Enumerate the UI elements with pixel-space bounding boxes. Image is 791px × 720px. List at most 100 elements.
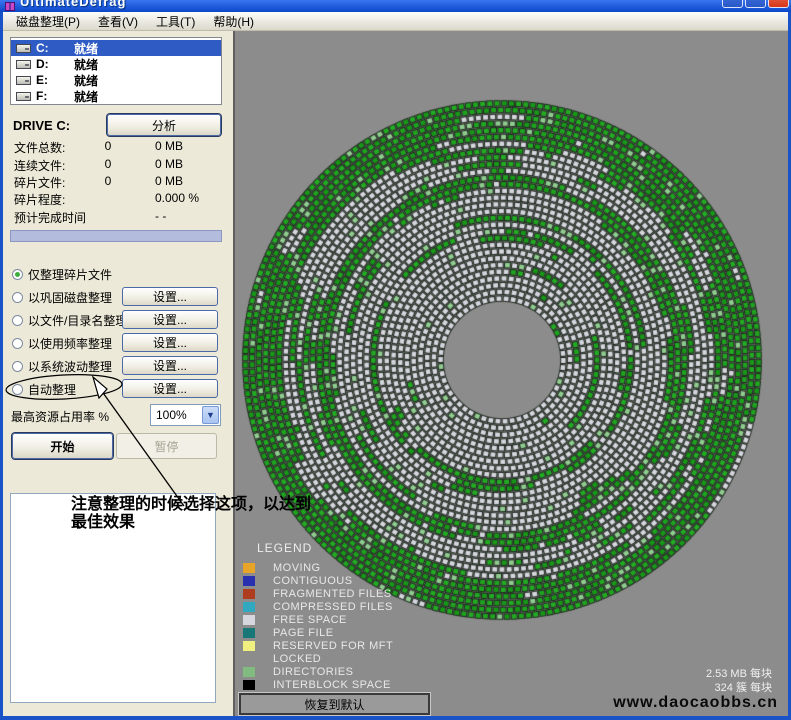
watermark-url: www.daocaobbs.cn bbox=[613, 694, 778, 712]
option-label: 以文件/目录名整理 bbox=[28, 312, 127, 329]
legend-item-moving: MOVING bbox=[235, 562, 495, 575]
app-window: UltimateDefrag 磁盘整理(P) 查看(V) 工具(T) 帮助(H)… bbox=[0, 0, 791, 720]
drive-list: C: 就绪 D: 就绪 E: 就绪 F: 就绪 bbox=[10, 37, 222, 105]
stat-size: 0 MB bbox=[155, 174, 183, 188]
fragmented-swatch bbox=[243, 589, 255, 599]
radio-button[interactable] bbox=[12, 384, 23, 395]
compressed-swatch bbox=[243, 602, 255, 612]
stat-size: 0.000 % bbox=[155, 191, 199, 205]
legend-item-contiguous: CONTIGUOUS bbox=[235, 575, 495, 588]
option-label: 仅整理碎片文件 bbox=[28, 266, 112, 283]
drive-status: 就绪 bbox=[74, 40, 98, 57]
legend-item-directories: DIRECTORIES bbox=[235, 666, 495, 679]
start-button[interactable]: 开始 bbox=[12, 433, 113, 459]
drive-row-f[interactable]: F: 就绪 bbox=[11, 88, 221, 104]
drive-icon bbox=[16, 44, 31, 53]
settings-button[interactable]: 设置... bbox=[122, 333, 218, 352]
option-label: 自动整理 bbox=[28, 381, 76, 398]
drive-icon bbox=[16, 92, 31, 101]
disk-map-panel: LEGEND MOVING CONTIGUOUS FRAGMENTED FILE… bbox=[233, 31, 788, 716]
page-file-swatch bbox=[243, 628, 255, 638]
window-title: UltimateDefrag bbox=[20, 0, 126, 9]
menu-bar: 磁盘整理(P) 查看(V) 工具(T) 帮助(H) bbox=[3, 12, 788, 31]
selected-drive-title: DRIVE C: bbox=[13, 118, 70, 133]
stat-label: 碎片程度: bbox=[14, 191, 65, 208]
interblock-swatch bbox=[243, 680, 255, 690]
option-auto-defrag[interactable]: 自动整理 设置... bbox=[3, 379, 230, 399]
stat-label: 预计完成时间 bbox=[14, 209, 86, 226]
stat-label: 连续文件: bbox=[14, 157, 65, 174]
option-consolidate[interactable]: 以巩固磁盘整理 设置... bbox=[3, 287, 230, 307]
stat-fragmentation-level: 碎片程度: 0.000 % bbox=[3, 191, 230, 206]
stat-size: 0 MB bbox=[155, 139, 183, 153]
drive-row-d[interactable]: D: 就绪 bbox=[11, 56, 221, 72]
drive-letter: F: bbox=[36, 89, 74, 103]
stat-size: 0 MB bbox=[155, 157, 183, 171]
menu-defrag[interactable]: 磁盘整理(P) bbox=[7, 11, 89, 32]
app-icon bbox=[5, 2, 15, 11]
stat-count: 0 bbox=[88, 157, 128, 171]
radio-button[interactable] bbox=[12, 338, 23, 349]
drive-icon bbox=[16, 60, 31, 69]
settings-button[interactable]: 设置... bbox=[122, 379, 218, 398]
option-label: 以系统波动整理 bbox=[28, 358, 112, 375]
resource-usage-select[interactable]: 100% ▼ bbox=[150, 404, 221, 426]
maximize-button[interactable] bbox=[745, 0, 766, 8]
radio-button[interactable] bbox=[12, 292, 23, 303]
option-label: 以巩固磁盘整理 bbox=[28, 289, 112, 306]
close-button[interactable] bbox=[768, 0, 789, 8]
free-space-swatch bbox=[243, 615, 255, 625]
drive-letter: E: bbox=[36, 73, 74, 87]
settings-button[interactable]: 设置... bbox=[122, 356, 218, 375]
directories-swatch bbox=[243, 667, 255, 677]
control-panel: C: 就绪 D: 就绪 E: 就绪 F: 就绪 DRIVE C: 分析 文件总数… bbox=[3, 31, 230, 716]
menu-view[interactable]: 查看(V) bbox=[89, 11, 147, 32]
stat-count: 0 bbox=[88, 139, 128, 153]
legend-title: LEGEND bbox=[257, 541, 312, 555]
menu-help[interactable]: 帮助(H) bbox=[204, 11, 263, 32]
stat-label: 碎片文件: bbox=[14, 174, 65, 191]
radio-button[interactable] bbox=[12, 269, 23, 280]
stat-label: 文件总数: bbox=[14, 139, 65, 156]
stat-total-files: 文件总数: 0 0 MB bbox=[3, 139, 230, 154]
radio-button[interactable] bbox=[12, 361, 23, 372]
legend-item-locked: LOCKED bbox=[235, 653, 495, 666]
drive-letter: D: bbox=[36, 57, 74, 71]
radio-button[interactable] bbox=[12, 315, 23, 326]
option-by-system-volatility[interactable]: 以系统波动整理 设置... bbox=[3, 356, 230, 376]
drive-status: 就绪 bbox=[74, 56, 98, 73]
drive-icon bbox=[16, 76, 31, 85]
resource-usage-label: 最高资源占用率 % bbox=[11, 408, 109, 425]
contiguous-swatch bbox=[243, 576, 255, 586]
drive-status: 就绪 bbox=[74, 88, 98, 105]
legend-item-compressed: COMPRESSED FILES bbox=[235, 601, 495, 614]
settings-button[interactable]: 设置... bbox=[122, 310, 218, 329]
option-defrag-fragmented-only[interactable]: 仅整理碎片文件 bbox=[3, 264, 230, 284]
moving-swatch bbox=[243, 563, 255, 573]
analyze-button[interactable]: 分析 bbox=[107, 114, 221, 136]
stat-count: 0 bbox=[88, 174, 128, 188]
option-by-usage-frequency[interactable]: 以使用频率整理 设置... bbox=[3, 333, 230, 353]
progress-bar bbox=[10, 230, 222, 242]
settings-button[interactable]: 设置... bbox=[122, 287, 218, 306]
drive-row-c[interactable]: C: 就绪 bbox=[11, 40, 221, 56]
legend-item-page-file: PAGE FILE bbox=[235, 627, 495, 640]
resource-usage-value: 100% bbox=[151, 408, 202, 422]
legend-item-interblock: INTERBLOCK SPACE bbox=[235, 679, 495, 692]
pause-button: 暂停 bbox=[116, 433, 217, 459]
restore-defaults-button[interactable]: 恢复到默认 bbox=[239, 693, 430, 715]
minimize-button[interactable] bbox=[722, 0, 743, 8]
mft-swatch bbox=[243, 641, 255, 651]
option-label: 以使用频率整理 bbox=[28, 335, 112, 352]
legend-item-free-space: FREE SPACE bbox=[235, 614, 495, 627]
locked-swatch bbox=[243, 654, 255, 664]
drive-status: 就绪 bbox=[74, 72, 98, 89]
chevron-down-icon[interactable]: ▼ bbox=[202, 406, 219, 424]
drive-letter: C: bbox=[36, 41, 74, 55]
legend-item-mft: RESERVED FOR MFT bbox=[235, 640, 495, 653]
menu-tools[interactable]: 工具(T) bbox=[147, 11, 204, 32]
stat-estimated-time: 预计完成时间 - - bbox=[3, 209, 230, 224]
cluster-size-info: 324 簇 每块 bbox=[715, 679, 772, 695]
option-by-filename[interactable]: 以文件/目录名整理 设置... bbox=[3, 310, 230, 330]
drive-row-e[interactable]: E: 就绪 bbox=[11, 72, 221, 88]
